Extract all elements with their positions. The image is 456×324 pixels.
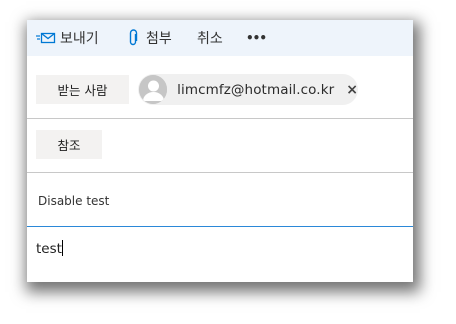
cc-button[interactable]: 참조 [36, 130, 102, 159]
compose-window: 보내기 첨부 취소 ••• 받는 사람 limcmfz@hotmail.co.k… [27, 20, 413, 282]
divider [27, 118, 413, 119]
send-label: 보내기 [60, 31, 99, 47]
discard-label: 취소 [197, 31, 223, 47]
paperclip-icon [128, 29, 138, 47]
attach-button[interactable]: 첨부 [128, 20, 172, 56]
more-icon: ••• [246, 31, 267, 45]
remove-recipient-icon[interactable]: × [346, 82, 358, 98]
divider [27, 172, 413, 173]
subject-field[interactable]: Disable test [38, 194, 109, 208]
recipient-email: limcmfz@hotmail.co.kr [177, 81, 335, 98]
more-options-button[interactable]: ••• [246, 20, 267, 56]
compose-toolbar: 보내기 첨부 취소 ••• [27, 20, 413, 56]
body-text: test [36, 240, 63, 257]
send-button[interactable]: 보내기 [36, 20, 99, 56]
attach-label: 첨부 [146, 31, 172, 47]
text-cursor [61, 240, 63, 256]
send-mail-icon [36, 31, 56, 45]
avatar [139, 75, 168, 104]
body-value: test [36, 241, 62, 257]
message-body[interactable]: test [27, 226, 413, 282]
discard-button[interactable]: 취소 [197, 20, 223, 56]
to-button[interactable]: 받는 사람 [36, 75, 129, 104]
cc-button-label: 참조 [57, 138, 81, 153]
recipient-chip[interactable]: limcmfz@hotmail.co.kr × [138, 74, 358, 105]
to-button-label: 받는 사람 [57, 83, 108, 98]
subject-value: Disable test [38, 194, 110, 208]
